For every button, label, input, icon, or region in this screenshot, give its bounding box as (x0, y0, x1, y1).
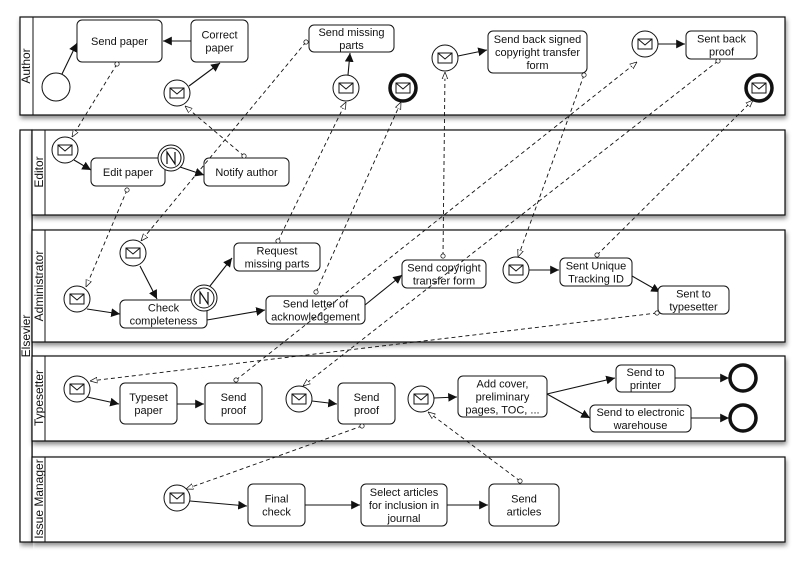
lane-label-administrator: Administrator (32, 251, 46, 322)
task-request-missing-parts[interactable]: Requestmissing parts (233, 242, 321, 272)
task-send-proof-2[interactable]: Sendproof (337, 382, 396, 425)
lane-label-issue-manager: Issue Manager (32, 459, 46, 538)
task-send-back-signed-form[interactable]: Send back signedcopyright transferform (487, 30, 588, 74)
pool-label-elsevier: Elsevier (19, 315, 33, 358)
task-send-missing-parts[interactable]: Send missingparts (308, 24, 395, 53)
task-label: paper (205, 43, 233, 55)
task-label: proof (709, 47, 735, 59)
end-event[interactable] (728, 403, 758, 433)
task-typeset-paper[interactable]: Typesetpaper (119, 382, 178, 425)
message-event[interactable] (431, 44, 459, 72)
task-sent-tracking-id[interactable]: Sent UniqueTracking ID (559, 257, 633, 287)
task-correct-paper[interactable]: Correctpaper (190, 19, 249, 63)
message-event[interactable] (332, 74, 360, 102)
task-label: Send letter of (283, 299, 349, 311)
task-label: Correct (201, 30, 237, 42)
task-label: warehouse (613, 420, 668, 432)
message-event[interactable] (163, 79, 191, 107)
message-end-event[interactable] (744, 73, 774, 103)
message-event[interactable] (285, 385, 313, 413)
task-label: completeness (130, 316, 198, 328)
task-label: preliminary (476, 392, 530, 404)
task-label: Check (148, 303, 180, 315)
task-label: Request (257, 246, 298, 258)
pool-label-author: Author (19, 48, 33, 83)
message-event[interactable] (51, 136, 79, 164)
task-send-proof-1[interactable]: Sendproof (204, 382, 263, 425)
task-label: Notify author (215, 167, 278, 179)
intermediate-event[interactable] (157, 144, 185, 172)
task-notify-author[interactable]: Notify author (203, 157, 290, 187)
task-label: Send to (627, 367, 665, 379)
task-label: check (262, 507, 291, 519)
task-send-to-warehouse[interactable]: Send to electronicwarehouse (589, 404, 692, 433)
task-label: articles (507, 507, 542, 519)
task-label: Sent to (676, 289, 711, 301)
task-label: Sent Unique (566, 261, 627, 273)
task-label: Edit paper (103, 167, 153, 179)
bpmn-diagram: Author Elsevier Editor Administrator Typ… (19, 16, 786, 543)
task-label: Send paper (91, 36, 148, 48)
task-label: Add cover, (477, 379, 529, 391)
task-label: parts (339, 40, 364, 52)
message-event[interactable] (63, 285, 91, 313)
task-label: printer (630, 380, 662, 392)
task-send-to-printer[interactable]: Send toprinter (615, 364, 676, 393)
task-label: Send missing (318, 27, 384, 39)
task-final-check[interactable]: Finalcheck (247, 483, 306, 527)
task-send-articles[interactable]: Sendarticles (488, 483, 560, 527)
task-label: Send (511, 494, 537, 506)
task-select-articles[interactable]: Select articlesfor inclusion injournal (360, 483, 448, 527)
task-label: Final (265, 494, 289, 506)
task-label: typesetter (669, 302, 718, 314)
task-label: proof (221, 405, 247, 417)
task-label: Send (221, 392, 247, 404)
task-label: for inclusion in (369, 500, 439, 512)
task-add-cover[interactable]: Add cover,preliminarypages, TOC, ... (457, 375, 548, 418)
task-label: copyright transfer (495, 47, 580, 59)
lane-label-editor: Editor (32, 156, 46, 187)
message-event[interactable] (502, 256, 530, 284)
task-label: Send to electronic (596, 407, 685, 419)
task-edit-paper[interactable]: Edit paper (90, 157, 166, 187)
task-label: Tracking ID (568, 274, 624, 286)
task-label: missing parts (245, 259, 310, 271)
message-end-event[interactable] (388, 73, 418, 103)
message-event[interactable] (63, 375, 91, 403)
message-event[interactable] (407, 385, 435, 413)
start-event[interactable] (41, 72, 71, 102)
task-label: Send copyright (407, 263, 480, 275)
task-label: journal (386, 513, 420, 525)
lane-label-typesetter: Typesetter (32, 370, 46, 426)
task-send-copyright-form[interactable]: Send copyrighttransfer form (401, 259, 487, 289)
task-label: transfer form (413, 276, 475, 288)
task-label: Sent back (697, 34, 746, 46)
task-label: paper (134, 405, 162, 417)
pool-elsevier: Elsevier Editor Administrator Typesetter… (19, 129, 786, 543)
task-label: proof (354, 405, 380, 417)
message-event[interactable] (163, 484, 191, 512)
message-event[interactable] (631, 30, 659, 58)
intermediate-event[interactable] (190, 284, 218, 312)
task-label: Select articles (370, 487, 439, 499)
task-label: Typeset (129, 392, 168, 404)
task-send-letter-ack[interactable]: Send letter ofacknowledgement (265, 295, 366, 325)
task-label: Send (354, 392, 380, 404)
task-sent-to-typesetter[interactable]: Sent totypesetter (657, 285, 730, 315)
task-label: form (527, 60, 549, 72)
task-label: Send back signed (494, 34, 581, 46)
task-label: pages, TOC, ... (465, 405, 539, 417)
end-event[interactable] (728, 363, 758, 393)
task-send-paper[interactable]: Send paper (76, 19, 163, 63)
task-sent-back-proof[interactable]: Sent backproof (685, 30, 758, 60)
message-event[interactable] (119, 239, 147, 267)
